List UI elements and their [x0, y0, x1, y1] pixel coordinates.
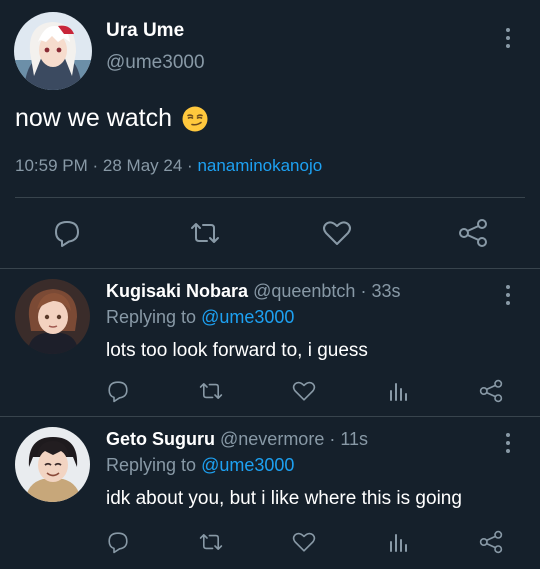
retweet-icon[interactable]: [196, 376, 226, 406]
share-icon[interactable]: [476, 376, 506, 406]
like-icon[interactable]: [289, 376, 319, 406]
avatar-image: [15, 427, 90, 502]
reply-text: idk about you, but i like where this is …: [106, 488, 462, 509]
reply-icon[interactable]: [50, 216, 84, 250]
reply-icon[interactable]: [103, 527, 133, 557]
replying-to-label: Replying to: [106, 455, 197, 475]
meta-separator: ·: [92, 156, 99, 175]
replying-to: Replying to @ume3000: [106, 455, 294, 476]
reply-icon[interactable]: [103, 376, 133, 406]
divider: [15, 197, 525, 198]
main-tweet: Ura Ume @ume3000 now we watch 10:59 PM ·…: [0, 0, 540, 268]
reply-header: Kugisaki Nobara @queenbtch · 33s: [106, 281, 400, 302]
replying-to-label: Replying to: [106, 307, 197, 327]
avatar[interactable]: [15, 279, 90, 354]
author-handle[interactable]: @queenbtch: [253, 281, 355, 301]
replying-to-link[interactable]: @ume3000: [201, 455, 294, 475]
tweet-date: 28 May 24: [102, 156, 183, 175]
share-icon[interactable]: [476, 527, 506, 557]
avatar-image: [15, 279, 90, 354]
tweet-time: 10:59 PM: [15, 156, 88, 175]
tweet-source-link[interactable]: nanaminokanojo: [197, 156, 322, 175]
avatar[interactable]: [15, 427, 90, 502]
tweet-age: 33s: [371, 281, 401, 301]
avatar-image: [14, 12, 92, 90]
reply-text: lots too look forward to, i guess: [106, 340, 368, 361]
author-name[interactable]: Ura Ume: [106, 20, 184, 42]
smirking-face-emoji: [182, 106, 208, 131]
tweet-thread: Ura Ume @ume3000 now we watch 10:59 PM ·…: [0, 0, 540, 569]
avatar[interactable]: [14, 12, 92, 90]
retweet-icon[interactable]: [196, 527, 226, 557]
more-options-icon[interactable]: [498, 283, 518, 307]
more-options-icon[interactable]: [498, 26, 518, 50]
reply-header: Geto Suguru @nevermore · 11s: [106, 429, 368, 450]
tweet-age: 11s: [340, 429, 369, 449]
tweet-meta: 10:59 PM · 28 May 24 · nanaminokanojo: [15, 156, 322, 176]
tweet-text-content: now we watch: [15, 104, 173, 132]
meta-separator: ·: [360, 281, 367, 301]
retweet-icon[interactable]: [188, 216, 222, 250]
author-handle[interactable]: @nevermore: [220, 429, 324, 449]
analytics-icon[interactable]: [383, 527, 413, 557]
author-handle[interactable]: @ume3000: [106, 52, 205, 74]
more-options-icon[interactable]: [498, 431, 518, 455]
author-name[interactable]: Kugisaki Nobara: [106, 281, 248, 301]
meta-separator: ·: [329, 429, 336, 449]
analytics-icon[interactable]: [383, 376, 413, 406]
tweet-actions: [0, 212, 540, 252]
replying-to-link[interactable]: @ume3000: [201, 307, 294, 327]
author-name[interactable]: Geto Suguru: [106, 429, 215, 449]
reply-tweet[interactable]: Geto Suguru @nevermore · 11s Replying to…: [0, 417, 540, 569]
replying-to: Replying to @ume3000: [106, 307, 294, 328]
reply-tweet[interactable]: Kugisaki Nobara @queenbtch · 33s Replyin…: [0, 269, 540, 416]
like-icon[interactable]: [289, 527, 319, 557]
meta-separator: ·: [187, 156, 193, 175]
share-icon[interactable]: [456, 216, 490, 250]
like-icon[interactable]: [320, 216, 354, 250]
tweet-text: now we watch: [15, 104, 208, 133]
